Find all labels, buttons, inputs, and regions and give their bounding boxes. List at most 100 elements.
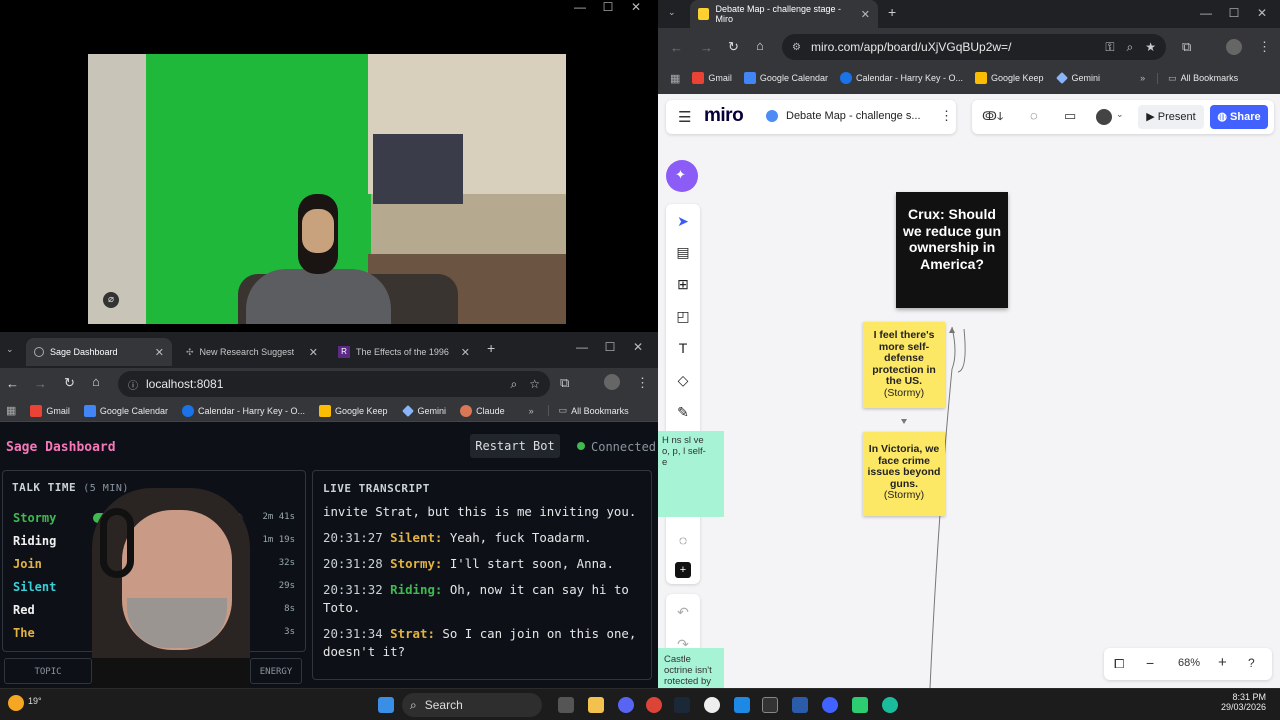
- folder-icon: ▭: [1168, 72, 1177, 83]
- maximize-icon[interactable]: ☐: [596, 340, 624, 354]
- close-tab-icon[interactable]: ✕: [309, 346, 318, 359]
- tab-miro[interactable]: Debate Map - challenge stage - Miro ✕: [690, 0, 878, 28]
- site-settings-icon[interactable]: ⚙: [792, 42, 801, 53]
- info-icon[interactable]: ⓘ: [128, 377, 138, 392]
- transcript-label: LIVE TRANSCRIPT: [323, 482, 430, 495]
- address-bar[interactable]: ⓘ localhost:8081 ⌕ ☆: [118, 371, 550, 397]
- new-tab-button[interactable]: +: [888, 4, 896, 20]
- forward-icon[interactable]: →: [34, 376, 47, 391]
- bookmark-gemini[interactable]: Gemini: [1055, 72, 1100, 84]
- notepad-icon[interactable]: [734, 697, 750, 713]
- apps-icon[interactable]: ▦: [670, 72, 680, 85]
- bookmark-keep[interactable]: Google Keep: [319, 404, 388, 417]
- address-bar[interactable]: ⚙ miro.com/app/board/uXjVGqBUp2w=/ ⚿ ⌕ ★: [782, 34, 1166, 60]
- speaker-label: Strat:: [390, 626, 435, 641]
- chrome-icon[interactable]: [646, 697, 662, 713]
- bookmark-gmail[interactable]: Gmail: [30, 404, 70, 417]
- video-window-controls[interactable]: — ☐ ✕: [566, 0, 650, 14]
- mute-icon[interactable]: ⌀: [103, 292, 119, 308]
- home-icon[interactable]: ⌂: [756, 38, 764, 53]
- zoom-in-icon[interactable]: +: [1218, 654, 1227, 671]
- all-bookmarks[interactable]: ▭ All Bookmarks: [1157, 72, 1238, 84]
- new-tab-button[interactable]: +: [487, 340, 495, 356]
- zoom-icon[interactable]: ⌕: [511, 377, 518, 392]
- close-tab-icon[interactable]: ✕: [155, 346, 164, 359]
- reload-icon[interactable]: ↻: [728, 39, 739, 55]
- app-green-icon[interactable]: [852, 697, 868, 713]
- more-bookmarks-icon[interactable]: »: [529, 406, 534, 416]
- back-icon[interactable]: ←: [6, 376, 19, 391]
- keep-icon: [319, 404, 331, 417]
- zoom-out-icon[interactable]: −: [1146, 655, 1154, 671]
- maximize-icon[interactable]: ☐: [1220, 6, 1248, 20]
- task-view-icon[interactable]: [558, 697, 574, 713]
- sticky-note-self-defense[interactable]: I feel there's more self-defense protect…: [863, 322, 945, 408]
- minimize-icon[interactable]: —: [566, 0, 594, 14]
- apps-icon[interactable]: ▦: [6, 404, 16, 417]
- extensions-icon[interactable]: ⧉: [1182, 39, 1191, 55]
- close-icon[interactable]: ✕: [624, 340, 652, 354]
- discord-icon[interactable]: [618, 697, 634, 713]
- profile-avatar[interactable]: [1226, 39, 1242, 55]
- close-icon[interactable]: ✕: [1248, 6, 1276, 20]
- transcript-line: 20:31:32 Riding: Oh, now it can say hi t…: [323, 581, 649, 617]
- weather-icon[interactable]: [8, 695, 24, 711]
- tab-topic[interactable]: TOPIC: [4, 658, 92, 684]
- reload-icon[interactable]: ↻: [64, 375, 75, 391]
- close-icon[interactable]: ✕: [622, 0, 650, 14]
- steam-icon[interactable]: [674, 697, 690, 713]
- extensions-icon[interactable]: ⧉: [560, 375, 569, 391]
- profile-avatar[interactable]: [604, 374, 620, 390]
- powershell-icon[interactable]: [792, 697, 808, 713]
- home-icon[interactable]: ⌂: [92, 374, 100, 389]
- taskbar-search[interactable]: ⌕ Search: [402, 693, 542, 717]
- tab-sage-dashboard[interactable]: Sage Dashboard ✕: [26, 338, 172, 366]
- tab-label: Sage Dashboard: [50, 347, 118, 357]
- close-tab-icon[interactable]: ✕: [461, 346, 470, 359]
- tab-search-icon[interactable]: ⌄: [6, 344, 14, 355]
- zoom-icon[interactable]: ⌕: [1127, 40, 1134, 55]
- bookmark-gemini[interactable]: Gemini: [401, 404, 446, 417]
- password-key-icon[interactable]: ⚿: [1105, 40, 1114, 55]
- back-icon[interactable]: ←: [670, 40, 683, 55]
- sage-window-controls[interactable]: — ☐ ✕: [568, 340, 652, 354]
- minimize-icon[interactable]: —: [1192, 6, 1220, 20]
- bookmark-calendar[interactable]: Google Calendar: [83, 404, 168, 417]
- minimize-icon[interactable]: —: [568, 340, 596, 354]
- menu-icon[interactable]: ⋮: [1258, 39, 1271, 55]
- bookmark-star-icon[interactable]: ★: [1145, 40, 1156, 54]
- sticky-note-victoria[interactable]: In Victoria, we face crime issues beyond…: [863, 432, 945, 516]
- forward-icon[interactable]: →: [700, 40, 713, 55]
- menu-icon[interactable]: ⋮: [636, 375, 649, 391]
- tab-effects[interactable]: R The Effects of the 1996 Na ✕: [330, 338, 478, 366]
- url-text: localhost:8081: [146, 377, 224, 391]
- miro-window-controls[interactable]: — ☐ ✕: [1192, 6, 1276, 20]
- fit-screen-icon[interactable]: ⧠: [1114, 656, 1124, 672]
- bookmark-gmail[interactable]: Gmail: [692, 72, 732, 84]
- app-teal-icon[interactable]: [882, 697, 898, 713]
- bookmark-outlook[interactable]: Calendar - Harry Key - O...: [181, 404, 305, 417]
- more-bookmarks-icon[interactable]: »: [1140, 73, 1145, 83]
- obs-icon[interactable]: [822, 697, 838, 713]
- bookmark-keep[interactable]: Google Keep: [975, 72, 1044, 84]
- tab-search-icon[interactable]: ⌄: [668, 7, 676, 18]
- miro-board[interactable]: ☰ miro Debate Map - challenge s... ⋮ ↂↆ …: [658, 94, 1280, 688]
- bookmark-outlook[interactable]: Calendar - Harry Key - O...: [839, 72, 963, 84]
- bookmark-star-icon[interactable]: ☆: [529, 377, 540, 391]
- app-icon[interactable]: [704, 697, 720, 713]
- clock[interactable]: 8:31 PM 29/03/2026: [1221, 692, 1266, 712]
- all-bookmarks[interactable]: ▭ All Bookmarks: [547, 405, 629, 416]
- maximize-icon[interactable]: ☐: [594, 0, 622, 14]
- globe-icon: [34, 347, 44, 357]
- tab-energy[interactable]: ENERGY: [250, 658, 302, 684]
- help-icon[interactable]: ?: [1248, 656, 1255, 670]
- close-tab-icon[interactable]: ✕: [861, 8, 870, 21]
- start-icon[interactable]: [378, 697, 394, 713]
- bookmark-calendar[interactable]: Google Calendar: [743, 72, 828, 84]
- file-explorer-icon[interactable]: [588, 697, 604, 713]
- talk-duration: 1m 19s: [262, 535, 295, 545]
- tab-research[interactable]: ✣ New Research Suggests O ✕: [178, 338, 326, 366]
- bookmark-claude[interactable]: Claude: [460, 404, 505, 417]
- terminal-icon[interactable]: [762, 697, 778, 713]
- restart-bot-button[interactable]: Restart Bot: [470, 434, 560, 458]
